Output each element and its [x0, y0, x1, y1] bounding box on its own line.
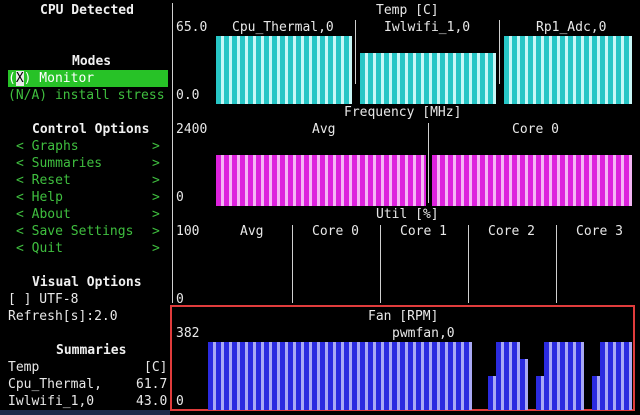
menu-item-label: About: [31, 207, 71, 222]
right-bracket: >: [152, 190, 160, 205]
right-bracket: >: [152, 173, 160, 188]
sidebar-bottom-strip: [0, 410, 170, 415]
menu-item-summaries[interactable]: < Summaries: [16, 155, 102, 172]
summary-row-value: 61.7: [136, 377, 168, 392]
summary-header-unit: [C]: [144, 360, 168, 375]
freq-ymin: 0: [176, 190, 184, 205]
fan-bar-block: [600, 342, 632, 410]
visual-options-title: Visual Options: [32, 275, 142, 290]
menu-item-label: Reset: [31, 173, 71, 188]
temp-series-label: Rp1_Adc,0: [536, 20, 607, 35]
menu-item-label: Save Settings: [31, 224, 134, 239]
menu-item-save-settings[interactable]: < Save Settings: [16, 223, 133, 240]
util-ymax: 100: [176, 224, 200, 239]
right-bracket: >: [152, 156, 160, 171]
util-divider: [380, 225, 381, 303]
right-bracket: >: [152, 224, 160, 239]
temp-divider: [499, 20, 500, 84]
summary-row-name: Iwlwifi_1,0: [8, 394, 95, 409]
util-divider: [292, 225, 293, 303]
utf8-checkbox[interactable]: [ ] UTF-8: [8, 291, 78, 308]
util-graph-title: Util [%]: [376, 207, 439, 222]
temp-bar-cpu-thermal: [216, 36, 352, 104]
left-bracket: <: [16, 173, 24, 188]
summaries-title: Summaries: [56, 343, 127, 358]
menu-item-graphs[interactable]: < Graphs: [16, 138, 79, 155]
mode-monitor-cursor: X: [15, 71, 24, 86]
util-divider: [556, 225, 557, 303]
left-bracket: <: [16, 156, 24, 171]
temp-bar-rp1-adc: [504, 36, 632, 104]
freq-divider: [428, 123, 429, 203]
temp-series-label: Iwlwifi_1,0: [384, 20, 471, 35]
util-series-label: Avg: [240, 224, 264, 239]
modes-title: Modes: [72, 54, 112, 69]
summary-header-name: Temp: [8, 360, 40, 375]
left-bracket: <: [16, 207, 24, 222]
freq-bar-avg: [216, 155, 426, 206]
temp-series-label: Cpu_Thermal,0: [232, 20, 334, 35]
fan-bar-block: [496, 342, 520, 410]
refresh-input[interactable]: Refresh[s]:2.0: [8, 308, 118, 325]
menu-item-help[interactable]: < Help: [16, 189, 63, 206]
fan-bar-block: [536, 376, 544, 410]
fan-bar-block: [592, 376, 600, 410]
mode-monitor-open: (: [8, 71, 16, 86]
freq-graph-title: Frequency [MHz]: [344, 105, 462, 120]
freq-bar-core0: [432, 155, 632, 206]
temp-graph-title: Temp [C]: [376, 3, 439, 18]
temp-bar-iwlwifi: [360, 53, 496, 104]
summary-row-value: 43.0: [136, 394, 168, 409]
fan-bar-block: [208, 342, 472, 410]
util-series-label: Core 1: [400, 224, 447, 239]
temp-ymax: 65.0: [176, 20, 208, 35]
graph-panel-border: [172, 3, 173, 303]
menu-item-label: Summaries: [31, 156, 103, 171]
right-bracket: >: [152, 207, 160, 222]
fan-bar-block: [544, 342, 584, 410]
menu-item-quit[interactable]: < Quit: [16, 240, 63, 257]
mode-monitor-radio[interactable]: (X) Monitor: [8, 70, 168, 87]
menu-item-about[interactable]: < About: [16, 206, 71, 223]
cpu-detected-label: CPU Detected: [40, 3, 134, 18]
left-bracket: <: [16, 241, 24, 256]
mode-stress-radio[interactable]: (N/A) install stress: [8, 87, 165, 104]
right-bracket: >: [152, 139, 160, 154]
fan-ymin: 0: [176, 394, 184, 409]
freq-series-label: Core 0: [512, 122, 559, 137]
temp-divider: [355, 20, 356, 84]
fan-series-label: pwmfan,0: [392, 326, 455, 341]
util-series-label: Core 0: [312, 224, 359, 239]
menu-item-label: Help: [31, 190, 63, 205]
util-series-label: Core 2: [488, 224, 535, 239]
freq-ymax: 2400: [176, 122, 208, 137]
temp-ymin: 0.0: [176, 88, 200, 103]
menu-item-reset[interactable]: < Reset: [16, 172, 71, 189]
util-series-label: Core 3: [576, 224, 623, 239]
menu-item-label: Graphs: [31, 139, 79, 154]
right-bracket: >: [152, 241, 160, 256]
mode-monitor-label: ) Monitor: [23, 71, 95, 86]
util-divider: [468, 225, 469, 303]
left-bracket: <: [16, 190, 24, 205]
menu-item-label: Quit: [31, 241, 63, 256]
fan-bar-block: [520, 359, 528, 410]
freq-series-label: Avg: [312, 122, 336, 137]
left-bracket: <: [16, 139, 24, 154]
summary-row-name: Cpu_Thermal,: [8, 377, 102, 392]
left-bracket: <: [16, 224, 24, 239]
fan-bar-block: [488, 376, 496, 410]
fan-graph-title: Fan [RPM]: [368, 309, 439, 324]
fan-ymax: 382: [176, 326, 200, 341]
control-options-title: Control Options: [32, 122, 150, 137]
